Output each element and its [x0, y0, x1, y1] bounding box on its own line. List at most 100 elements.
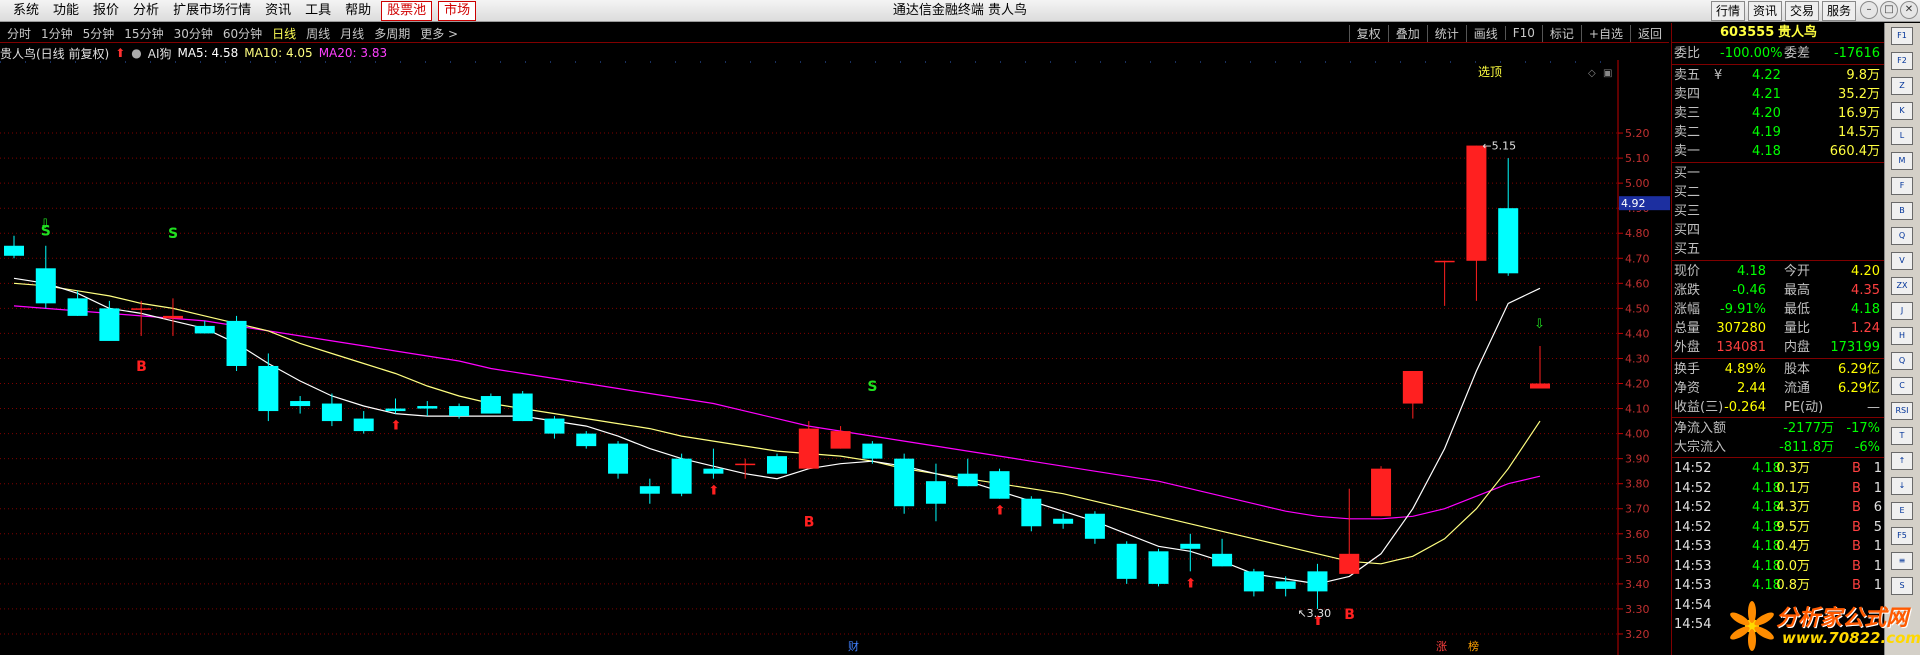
sidebar-tool-icon[interactable]: T	[1891, 427, 1913, 445]
candle[interactable]	[512, 391, 533, 422]
sidebar-tool-icon[interactable]: ≡	[1891, 552, 1913, 570]
period-tab-10[interactable]: 更多 >	[415, 25, 463, 42]
maximize-icon[interactable]: □	[1880, 1, 1898, 19]
period-tab-9[interactable]: 多周期	[369, 25, 415, 42]
candle[interactable]	[99, 300, 120, 341]
candle[interactable]	[767, 453, 787, 474]
candle[interactable]	[1148, 548, 1169, 587]
candle[interactable]	[1434, 260, 1455, 306]
sidebar-tool-icon[interactable]: H	[1891, 327, 1913, 345]
sidebar-tool-icon[interactable]: J	[1891, 302, 1913, 320]
sidebar-tool-icon[interactable]: C	[1891, 377, 1913, 395]
menu-3[interactable]: 分析	[126, 0, 166, 22]
ai-label[interactable]: AI狗	[148, 45, 172, 62]
candle[interactable]	[1243, 568, 1264, 597]
sidebar-tool-icon[interactable]: ZX	[1891, 277, 1913, 295]
candle[interactable]	[1339, 488, 1360, 574]
top-button-2[interactable]: 交易	[1784, 1, 1819, 21]
period-tab-5[interactable]: 60分钟	[218, 25, 267, 42]
sidebar-tool-icon[interactable]: Z	[1891, 77, 1913, 95]
candle[interactable]	[1466, 145, 1487, 301]
candle[interactable]	[735, 458, 756, 479]
candle[interactable]	[1530, 345, 1550, 389]
period-tab-4[interactable]: 30分钟	[169, 25, 218, 42]
period-tab-0[interactable]: 分时	[2, 25, 36, 42]
candle[interactable]	[798, 421, 819, 469]
sidebar-tool-icon[interactable]: B	[1891, 202, 1913, 220]
menu-0[interactable]: 系统	[6, 0, 46, 22]
close-icon[interactable]: ✕	[1900, 1, 1918, 19]
tool-button-4[interactable]: F10	[1504, 26, 1542, 40]
sidebar-tool-icon[interactable]: F2	[1891, 52, 1913, 70]
candle[interactable]	[385, 398, 406, 414]
red-tab-1[interactable]: 市场	[438, 1, 477, 21]
period-tab-3[interactable]: 15分钟	[119, 25, 168, 42]
candle[interactable]	[1084, 511, 1105, 544]
sidebar-tool-icon[interactable]: V	[1891, 252, 1913, 270]
candle[interactable]	[1180, 533, 1201, 572]
tool-button-6[interactable]: +自选	[1580, 24, 1630, 42]
candle[interactable]	[1275, 576, 1296, 597]
top-button-1[interactable]: 资讯	[1747, 1, 1782, 21]
kline-svg[interactable]: 5.205.105.004.904.804.704.604.504.404.30…	[0, 60, 1670, 655]
tool-button-1[interactable]: 叠加	[1387, 24, 1427, 42]
candle[interactable]	[703, 448, 724, 479]
menu-5[interactable]: 资讯	[258, 0, 298, 22]
chart-expand-icon[interactable]: ▣	[1603, 68, 1612, 79]
menu-4[interactable]: 扩展市场行情	[166, 0, 258, 22]
sidebar-tool-icon[interactable]: F1	[1891, 27, 1913, 45]
candle[interactable]	[1116, 541, 1137, 584]
sidebar-tool-icon[interactable]: S	[1891, 577, 1913, 595]
top-button-3[interactable]: 服务	[1821, 1, 1856, 21]
sidebar-tool-icon[interactable]: Q	[1891, 227, 1913, 245]
tool-button-2[interactable]: 统计	[1426, 24, 1466, 42]
tool-button-7[interactable]: 返回	[1629, 24, 1669, 42]
period-tab-6[interactable]: 日线	[267, 25, 301, 42]
candle[interactable]	[608, 441, 629, 479]
period-tab-8[interactable]: 月线	[335, 25, 369, 42]
menu-6[interactable]: 工具	[298, 0, 338, 22]
settings-dot-icon[interactable]: ●	[131, 46, 141, 60]
sidebar-tool-icon[interactable]: ↓	[1891, 477, 1913, 495]
candle[interactable]	[544, 416, 565, 439]
menu-2[interactable]: 报价	[86, 0, 126, 22]
sidebar-tool-icon[interactable]: K	[1891, 102, 1913, 120]
candle[interactable]	[353, 411, 374, 434]
sidebar-tool-icon[interactable]: RSI	[1891, 402, 1913, 420]
candle[interactable]	[258, 353, 279, 422]
red-tab-0[interactable]: 股票池	[381, 1, 433, 21]
candle[interactable]	[67, 290, 88, 316]
minimize-icon[interactable]: –	[1860, 1, 1878, 19]
candle[interactable]	[1498, 158, 1519, 276]
kline-chart[interactable]: 5.205.105.004.904.804.704.604.504.404.30…	[0, 60, 1670, 655]
candle[interactable]	[1402, 370, 1423, 419]
candle[interactable]	[35, 245, 56, 309]
period-tab-1[interactable]: 1分钟	[36, 25, 78, 42]
candle[interactable]	[1212, 538, 1233, 567]
menu-7[interactable]: 帮助	[338, 0, 378, 22]
candle[interactable]	[894, 453, 915, 514]
candle[interactable]	[576, 431, 597, 449]
tool-button-0[interactable]: 复权	[1348, 24, 1388, 42]
candle[interactable]	[639, 478, 660, 504]
sidebar-tool-icon[interactable]: ↑	[1891, 452, 1913, 470]
chart-diamond-icon[interactable]: ◇	[1588, 68, 1596, 79]
top-button-0[interactable]: 行情	[1710, 1, 1745, 21]
candle[interactable]	[1307, 563, 1328, 609]
candle[interactable]	[162, 298, 183, 336]
candle[interactable]	[194, 320, 215, 334]
candle[interactable]	[1371, 466, 1392, 517]
candle[interactable]	[1053, 513, 1074, 529]
candle[interactable]	[290, 396, 311, 414]
sidebar-tool-icon[interactable]: F5	[1891, 527, 1913, 545]
candle[interactable]	[480, 393, 501, 414]
sidebar-tool-icon[interactable]: Q	[1891, 352, 1913, 370]
candle[interactable]	[131, 300, 152, 336]
candle[interactable]	[671, 453, 692, 497]
period-tab-7[interactable]: 周线	[301, 25, 335, 42]
candle[interactable]	[1021, 496, 1042, 532]
sidebar-tool-icon[interactable]: E	[1891, 502, 1913, 520]
sidebar-tool-icon[interactable]: F	[1891, 177, 1913, 195]
tool-button-3[interactable]: 画线	[1465, 24, 1505, 42]
candle[interactable]	[957, 458, 978, 487]
